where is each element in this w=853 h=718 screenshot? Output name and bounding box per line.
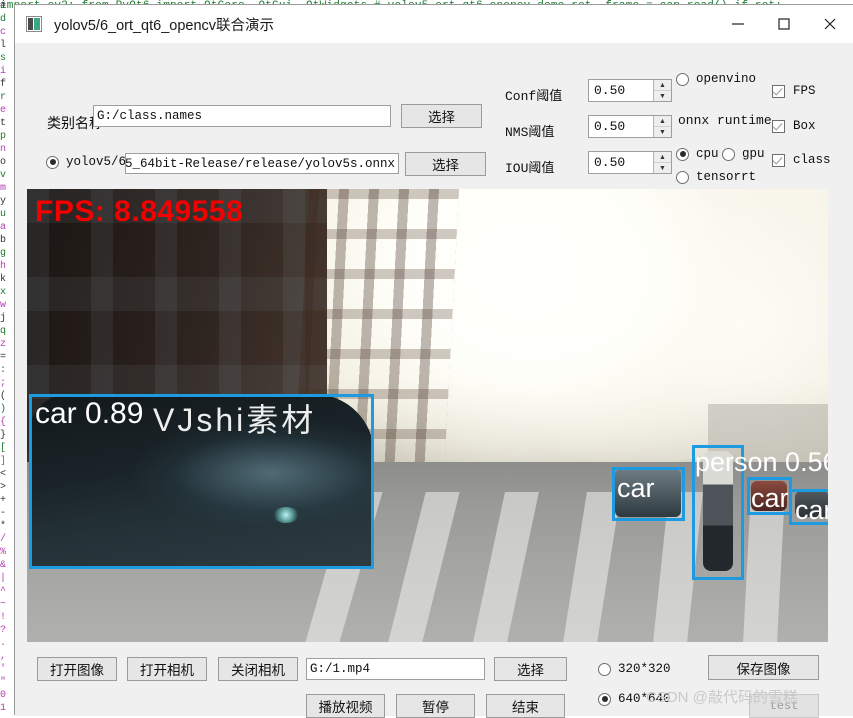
backend-radio-cpu[interactable]: cpu — [676, 147, 719, 161]
checkbox-indicator-box — [772, 119, 785, 133]
video-browse-button[interactable]: 选择 — [494, 657, 567, 681]
nms-spin-down-icon[interactable]: ▼ — [654, 127, 671, 137]
fps-overlay-text: FPS: 8.849558 — [35, 195, 244, 228]
open-image-button[interactable]: 打开图像 — [37, 657, 117, 681]
model-type-radio-yolov56[interactable]: yolov5/6 — [46, 155, 126, 169]
detection-label-car-4: car — [795, 495, 828, 525]
model-path-input[interactable]: 2_MSVC2015_64bit-Release/release/yolov5s… — [125, 153, 399, 174]
conf-threshold-spinbox[interactable]: 0.50 ▲ ▼ — [588, 79, 672, 102]
nms-threshold-value: 0.50 — [594, 119, 626, 134]
window-title: yolov5/6_ort_qt6_opencv联合演示 — [54, 17, 275, 34]
radio-indicator-yolov56 — [46, 155, 59, 169]
checkbox-fps[interactable]: FPS — [772, 84, 816, 98]
radio-indicator-320 — [598, 662, 611, 676]
iou-threshold-spinbox[interactable]: 0.50 ▲ ▼ — [588, 151, 672, 174]
radio-indicator-cpu — [676, 147, 689, 161]
csdn-watermark: CSDN @敲代码的雪糕 — [646, 689, 798, 706]
conf-spin-down-icon[interactable]: ▼ — [654, 91, 671, 101]
checkbox-box[interactable]: Box — [772, 119, 816, 133]
conf-threshold-label: Conf阈值 — [505, 89, 563, 104]
input-size-radio-320[interactable]: 320*320 — [598, 662, 671, 676]
size-320-label: 320*320 — [618, 662, 671, 676]
iou-threshold-value: 0.50 — [594, 155, 626, 170]
nms-spin-up-icon[interactable]: ▲ — [654, 116, 671, 127]
radio-indicator-tensorrt — [676, 170, 689, 184]
conf-spin-arrows[interactable]: ▲ ▼ — [653, 80, 671, 101]
close-camera-button[interactable]: 关闭相机 — [218, 657, 298, 681]
detection-label-car-1: car 0.89 — [35, 397, 144, 430]
nms-threshold-label: NMS阈值 — [505, 125, 555, 140]
iou-spin-arrows[interactable]: ▲ ▼ — [653, 152, 671, 173]
close-icon — [824, 18, 836, 30]
close-button[interactable] — [807, 5, 853, 43]
class-checkbox-label: class — [793, 153, 831, 167]
maximize-icon — [778, 18, 790, 30]
pause-button[interactable]: 暂停 — [396, 694, 475, 718]
backend-radio-openvino[interactable]: openvino — [676, 72, 756, 86]
fps-checkbox-label: FPS — [793, 84, 816, 98]
conf-spin-up-icon[interactable]: ▲ — [654, 80, 671, 91]
iou-spin-down-icon[interactable]: ▼ — [654, 163, 671, 173]
nms-threshold-spinbox[interactable]: 0.50 ▲ ▼ — [588, 115, 672, 138]
checkbox-indicator-fps — [772, 84, 785, 98]
gpu-label: gpu — [742, 147, 765, 161]
video-path-input[interactable]: G:/1.mp4 — [306, 658, 485, 680]
minimize-icon — [732, 23, 744, 25]
openvino-label: openvino — [696, 72, 757, 86]
tensorrt-label: tensorrt — [696, 170, 757, 184]
iou-spin-up-icon[interactable]: ▲ — [654, 152, 671, 163]
maximize-button[interactable] — [761, 5, 807, 43]
class-browse-button[interactable]: 选择 — [401, 104, 482, 128]
title-bar: yolov5/6_ort_qt6_opencv联合演示 — [15, 5, 853, 43]
application-window: yolov5/6_ort_qt6_opencv联合演示 类别名称 G:/clas… — [14, 4, 853, 718]
radio-indicator-gpu — [722, 147, 735, 161]
checkbox-indicator-class — [772, 153, 785, 167]
backend-radio-tensorrt[interactable]: tensorrt — [676, 170, 756, 184]
radio-indicator-openvino — [676, 72, 689, 86]
main-content: 类别名称 G:/class.names 选择 yolov5/6 2_MSVC20… — [15, 43, 853, 718]
backend-radio-gpu[interactable]: gpu — [722, 147, 765, 161]
open-camera-button[interactable]: 打开相机 — [127, 657, 207, 681]
conf-threshold-value: 0.50 — [594, 83, 626, 98]
save-image-button[interactable]: 保存图像 — [708, 655, 819, 680]
app-icon — [26, 16, 42, 32]
box-checkbox-label: Box — [793, 119, 816, 133]
stop-button[interactable]: 结束 — [486, 694, 565, 718]
cpu-label: cpu — [696, 147, 719, 161]
detection-label-person: person 0.56 — [695, 447, 828, 477]
detection-label-car-2: car — [617, 473, 655, 503]
model-radio-label: yolov5/6 — [66, 155, 127, 169]
class-path-input[interactable]: G:/class.names — [93, 105, 391, 127]
video-preview-panel[interactable]: FPS: 8.849558 VJshi素材 car 0.89 car perso… — [27, 189, 828, 642]
model-browse-button[interactable]: 选择 — [405, 152, 486, 176]
nms-spin-arrows[interactable]: ▲ ▼ — [653, 116, 671, 137]
onnx-runtime-label: onnx runtime — [678, 113, 772, 128]
minimize-button[interactable] — [715, 5, 761, 43]
iou-threshold-label: IOU阈值 — [505, 161, 555, 176]
detection-label-car-3: car — [751, 483, 789, 513]
checkbox-class[interactable]: class — [772, 153, 831, 167]
play-video-button[interactable]: 播放视频 — [306, 694, 385, 718]
radio-indicator-640 — [598, 692, 611, 706]
